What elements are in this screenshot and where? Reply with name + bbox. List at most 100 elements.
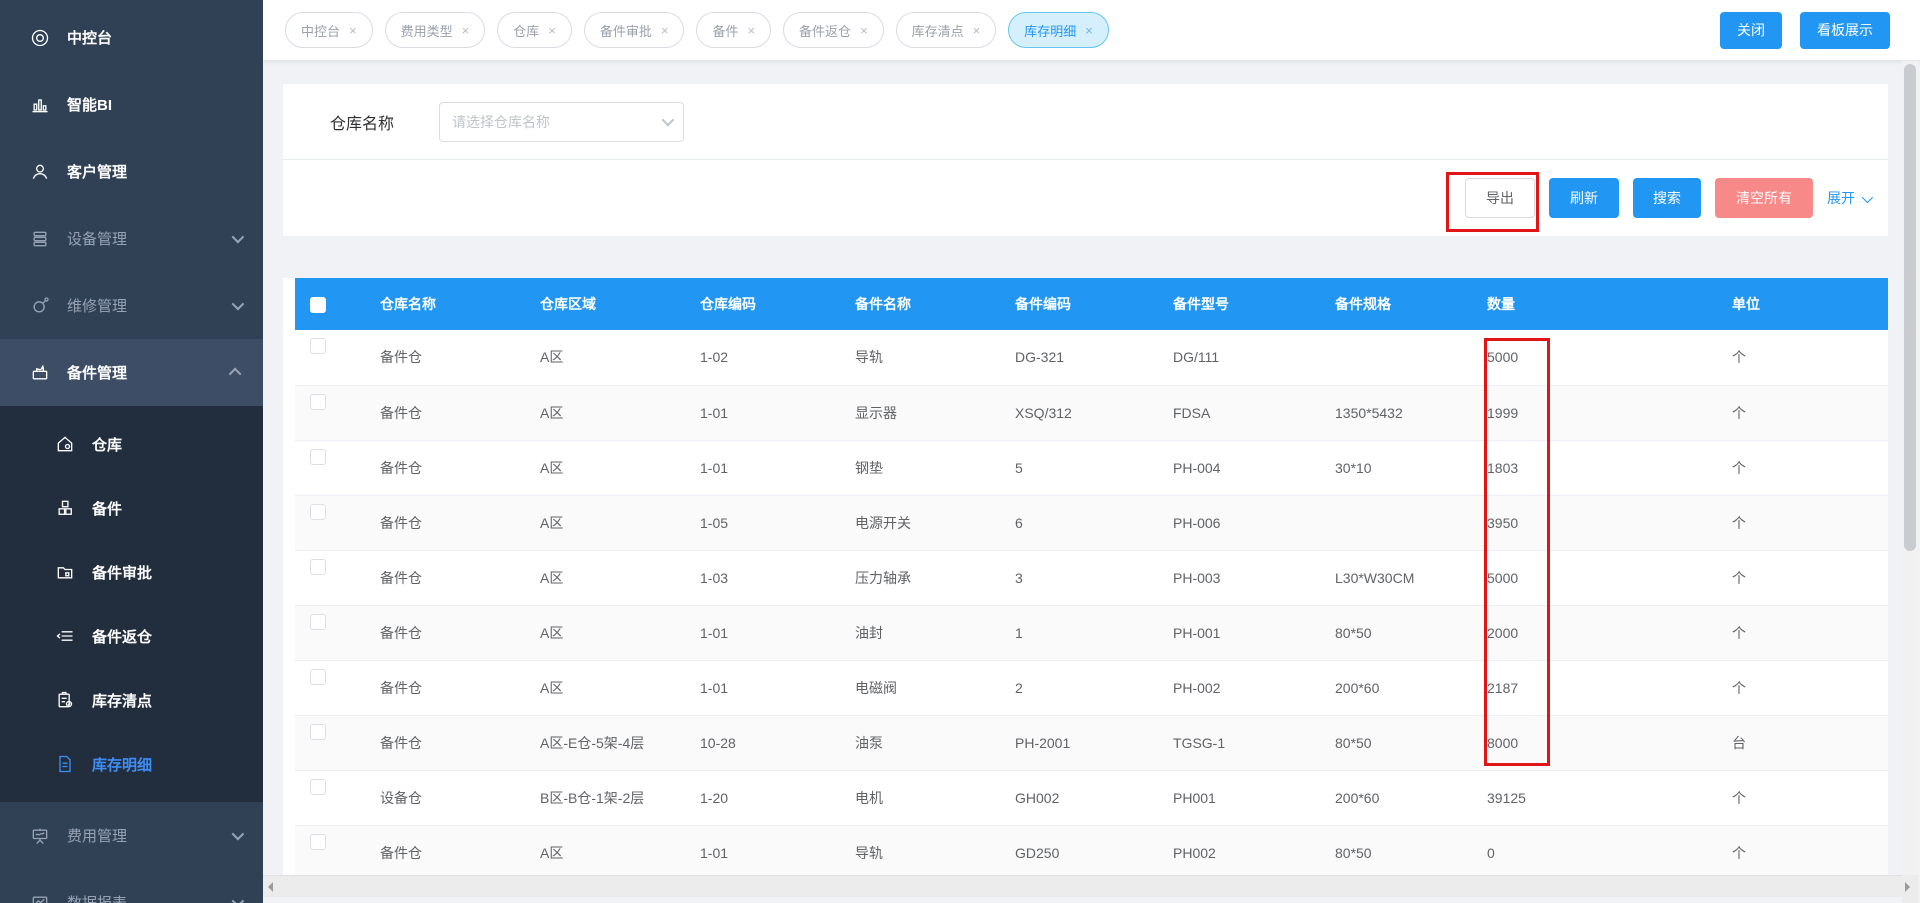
sidebar-item-label: 费用管理 — [67, 828, 128, 845]
tab-stock-detail[interactable]: 库存明细 × — [1008, 12, 1109, 48]
cell-warehouse: 备件仓 — [365, 660, 525, 716]
sidebar-item-bi[interactable]: 智能BI — [0, 71, 263, 138]
col-warehouse-name: 仓库名称 — [365, 278, 525, 330]
cell-warehouse: 备件仓 — [365, 440, 525, 496]
row-checkbox[interactable] — [310, 393, 326, 410]
sidebar-group-expenses[interactable]: 费用管理 — [0, 802, 263, 869]
cell-warehouse: 备件仓 — [365, 550, 525, 606]
tab-close-icon[interactable]: × — [747, 24, 755, 37]
tab-label: 中控台 — [301, 23, 341, 39]
open-tabs: 中控台 × 费用类型 × 仓库 × 备件审批 × 备件 × 备件返仓 × 库存清… — [285, 12, 1109, 48]
tab-stocktake[interactable]: 库存清点 × — [895, 12, 997, 48]
sidebar-item-label: 仓库 — [92, 436, 123, 454]
horizontal-scrollbar[interactable] — [263, 875, 1902, 897]
cell-warehouse: 备件仓 — [365, 330, 525, 386]
sidebar-item-warehouse[interactable]: 仓库 — [0, 412, 263, 476]
tab-close-icon[interactable]: × — [973, 24, 981, 37]
cell-part_model: PH-004 — [1158, 440, 1320, 496]
bi-chart-icon — [32, 98, 48, 112]
sidebar-item-customers[interactable]: 客户管理 — [0, 138, 263, 205]
sidebar-group-spare-parts[interactable]: 备件管理 — [0, 339, 263, 406]
row-checkbox[interactable] — [310, 503, 326, 520]
tab-actions: 关闭 看板展示 — [1720, 11, 1890, 49]
clear-all-button[interactable]: 清空所有 — [1715, 178, 1813, 218]
row-checkbox[interactable] — [310, 833, 326, 850]
cell-code: 1-01 — [685, 605, 840, 661]
cell-part_name: 钢垫 — [840, 440, 1000, 496]
cell-part_spec: 200*60 — [1320, 770, 1472, 826]
sidebar-group-repair[interactable]: 维修管理 — [0, 272, 263, 339]
vertical-scrollbar[interactable] — [1902, 61, 1918, 903]
scrollbar-corner[interactable] — [1902, 875, 1918, 903]
row-checkbox-cell — [295, 825, 365, 875]
cell-part_name: 油封 — [840, 605, 1000, 661]
cell-part_code: GH002 — [1000, 770, 1158, 826]
table-row: 备件仓 A区 1-01 导轨 GD250 PH002 80*50 0 个 — [295, 825, 1888, 875]
board-display-button[interactable]: 看板展示 — [1800, 11, 1890, 49]
select-all-checkbox[interactable] — [310, 297, 326, 313]
expand-link[interactable]: 展开 — [1827, 188, 1874, 208]
sidebar-item-parts[interactable]: 备件 — [0, 476, 263, 540]
tab-label: 库存明细 — [1024, 23, 1077, 39]
scroll-right-arrow-icon[interactable] — [1905, 882, 1910, 892]
sidebar-group-devices[interactable]: 设备管理 — [0, 205, 263, 272]
sidebar-item-stocktake[interactable]: 库存清点 — [0, 668, 263, 732]
tab-close-icon[interactable]: × — [661, 24, 669, 37]
sidebar-item-parts-approval[interactable]: 备件审批 — [0, 540, 263, 604]
cell-code: 1-01 — [685, 440, 840, 496]
cell-part_name: 电磁阀 — [840, 660, 1000, 716]
refresh-button[interactable]: 刷新 — [1549, 178, 1619, 218]
search-button[interactable]: 搜索 — [1633, 178, 1701, 218]
row-checkbox[interactable] — [310, 613, 326, 630]
sidebar-group-reports[interactable]: 数据报表 — [0, 869, 263, 903]
cell-warehouse: 备件仓 — [365, 495, 525, 551]
tab-warehouse[interactable]: 仓库 × — [497, 12, 572, 48]
tab-console[interactable]: 中控台 × — [285, 12, 373, 48]
tab-label: 备件审批 — [599, 23, 652, 39]
scroll-left-arrow-icon[interactable] — [268, 882, 273, 892]
cell-unit: 个 — [1717, 825, 1888, 875]
col-part-code: 备件编码 — [1000, 278, 1158, 330]
row-checkbox[interactable] — [310, 778, 326, 795]
col-part-name: 备件名称 — [840, 278, 1000, 330]
row-checkbox[interactable] — [310, 338, 326, 354]
sidebar-item-console[interactable]: 中控台 — [0, 4, 263, 71]
device-icon — [33, 231, 47, 246]
chevron-down-icon — [231, 827, 245, 844]
cell-area: A区 — [525, 440, 685, 496]
col-part-model: 备件型号 — [1158, 278, 1320, 330]
tab-close-icon[interactable]: × — [1085, 24, 1093, 37]
cell-part_spec — [1320, 495, 1472, 551]
sidebar-item-label: 备件 — [92, 500, 123, 518]
cell-area: A区 — [525, 605, 685, 661]
cell-qty: 2187 — [1472, 660, 1717, 716]
tab-parts-approval[interactable]: 备件审批 × — [583, 12, 685, 48]
tab-close-icon[interactable]: × — [349, 24, 357, 37]
tab-close-icon[interactable]: × — [860, 24, 868, 37]
vertical-scrollbar-thumb[interactable] — [1904, 64, 1916, 551]
cell-part_name: 压力轴承 — [840, 550, 1000, 606]
tab-close-icon[interactable]: × — [462, 24, 470, 37]
chevron-up-icon — [228, 364, 242, 381]
sidebar-item-stock-detail[interactable]: 库存明细 — [0, 732, 263, 796]
tab-parts[interactable]: 备件 × — [696, 12, 772, 48]
tab-parts-return[interactable]: 备件返仓 × — [783, 12, 884, 48]
tab-expense-type[interactable]: 费用类型 × — [384, 12, 486, 48]
tab-label: 费用类型 — [400, 23, 453, 39]
tab-close-icon[interactable]: × — [548, 24, 556, 37]
row-checkbox[interactable] — [310, 448, 326, 465]
row-checkbox[interactable] — [310, 558, 326, 575]
sidebar-item-label: 备件审批 — [92, 564, 153, 582]
table-row: 备件仓 A区 1-01 钢垫 5 PH-004 30*10 1803 个 — [295, 440, 1888, 496]
table-row: 备件仓 A区 1-01 显示器 XSQ/312 FDSA 1350*5432 1999 个 — [295, 385, 1888, 441]
warehouse-name-select[interactable]: 请选择仓库名称 — [439, 101, 685, 142]
cell-part_code: 5 — [1000, 440, 1158, 496]
cell-area: B区-B仓-1架-2层 — [525, 770, 685, 826]
export-button[interactable]: 导出 — [1465, 178, 1535, 218]
cell-part_code: XSQ/312 — [1000, 385, 1158, 441]
sidebar-item-parts-return[interactable]: 备件返仓 — [0, 604, 263, 668]
close-button[interactable]: 关闭 — [1720, 11, 1782, 49]
cell-part_code: DG-321 — [1000, 330, 1158, 386]
row-checkbox[interactable] — [310, 723, 326, 740]
row-checkbox[interactable] — [310, 668, 326, 685]
